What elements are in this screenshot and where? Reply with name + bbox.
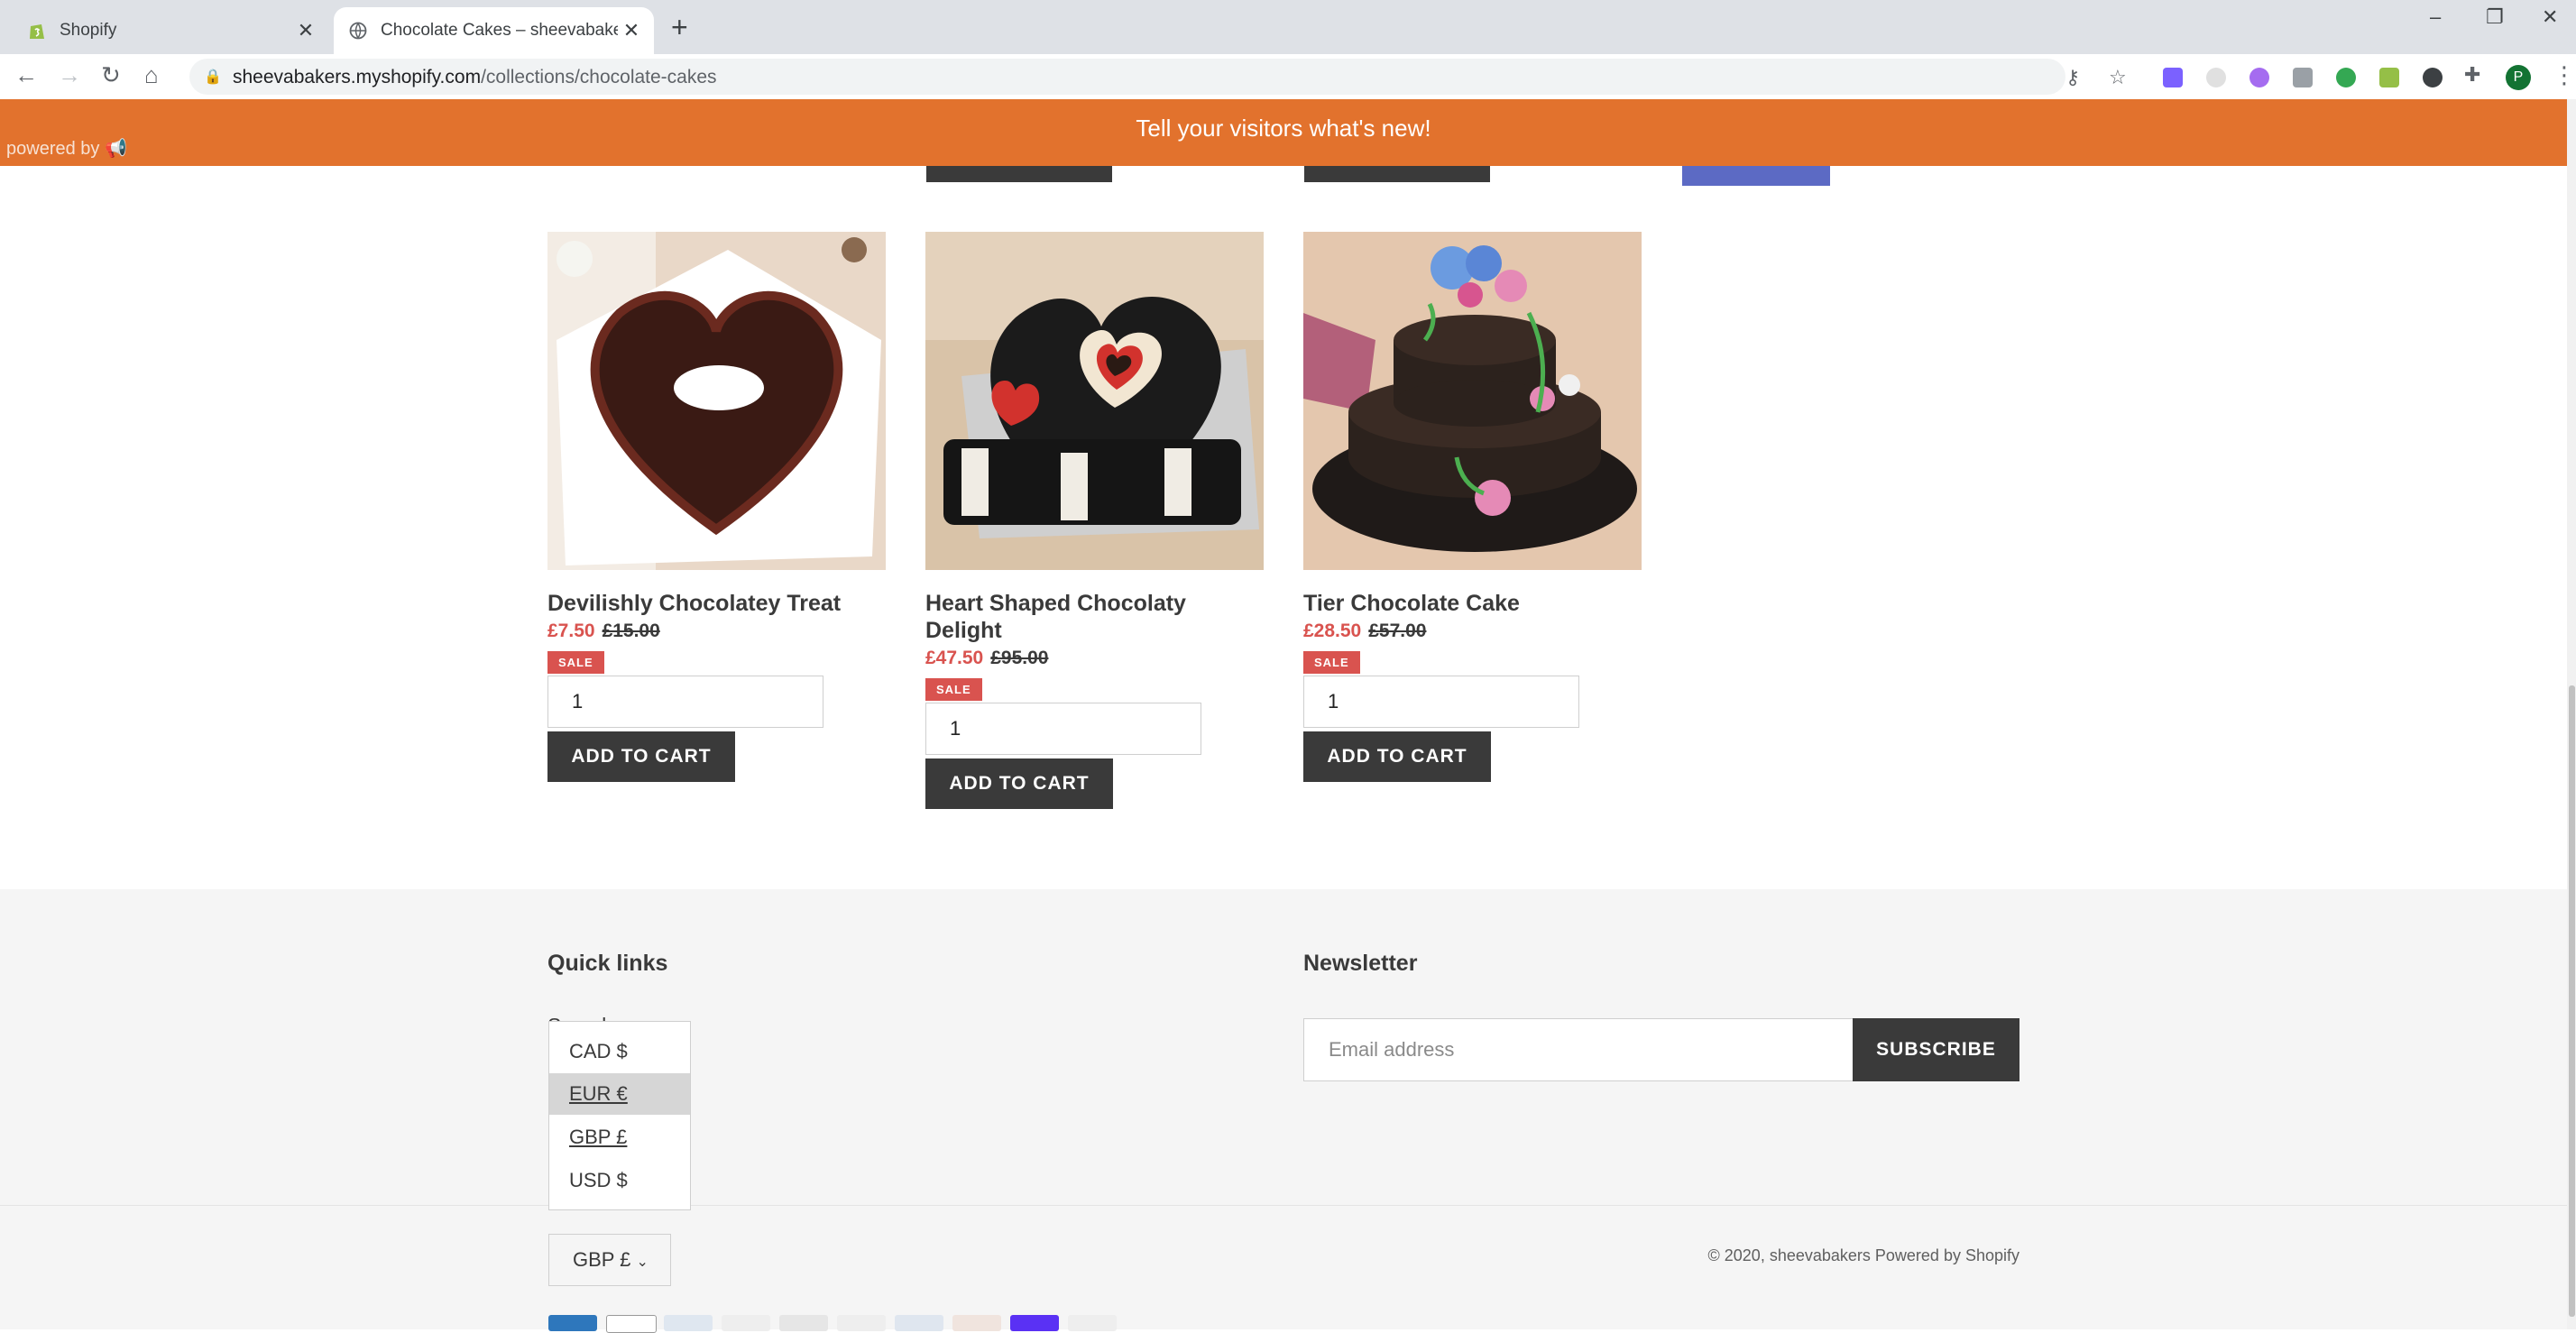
browser-tabstrip: Shopify ✕ Chocolate Cakes – sheevabakers… bbox=[0, 0, 2576, 54]
product-card: Devilishly Chocolatey Treat £7.50 £15.00 … bbox=[547, 232, 886, 782]
chevron-down-icon: ⌄ bbox=[636, 1255, 649, 1270]
quantity-input[interactable]: 1 bbox=[1303, 676, 1579, 728]
new-tab-icon[interactable]: + bbox=[671, 11, 688, 44]
product-card: Heart Shaped Chocolaty Delight £47.50 £95… bbox=[925, 232, 1264, 809]
scrollbar-thumb[interactable] bbox=[2569, 685, 2575, 1317]
powered-by-label[interactable]: powered by 📢 bbox=[6, 137, 127, 160]
apple-pay-icon bbox=[606, 1315, 657, 1333]
product-image-heart-shaped-cake[interactable] bbox=[925, 232, 1264, 570]
sale-badge: SALE bbox=[1303, 651, 1360, 674]
url-text: sheevabakers.myshopify.com/collections/c… bbox=[233, 67, 717, 87]
sale-price: £28.50 bbox=[1303, 621, 1362, 641]
extension-flower-icon[interactable] bbox=[2249, 68, 2269, 87]
site-footer: Quick links Search Newsletter Email addr… bbox=[0, 889, 2567, 1333]
google-pay-icon bbox=[837, 1315, 886, 1331]
product-title[interactable]: Heart Shaped Chocolaty Delight bbox=[925, 590, 1264, 644]
tab-shopify[interactable]: Shopify ✕ bbox=[13, 7, 328, 54]
megaphone-icon: 📢 bbox=[104, 139, 127, 159]
regular-price: £57.00 bbox=[1368, 621, 1427, 641]
extension-shopify-icon[interactable] bbox=[2379, 68, 2399, 87]
product-title[interactable]: Devilishly Chocolatey Treat bbox=[547, 590, 886, 617]
back-icon[interactable]: ← bbox=[14, 61, 38, 89]
footer-divider bbox=[0, 1205, 2567, 1206]
discover-icon bbox=[722, 1315, 770, 1331]
key-icon[interactable]: ⚷ bbox=[2065, 66, 2080, 89]
add-to-cart-button[interactable]: ADD TO CART bbox=[1303, 731, 1491, 782]
bookmark-star-icon[interactable]: ☆ bbox=[2109, 66, 2127, 89]
quick-links-heading: Quick links bbox=[547, 951, 668, 976]
sale-price: £7.50 bbox=[547, 621, 595, 641]
product-title[interactable]: Tier Chocolate Cake bbox=[1303, 590, 1642, 617]
browser-menu-icon[interactable]: ⋮ bbox=[2553, 61, 2576, 89]
puzzle-icon[interactable]: ✚ bbox=[2464, 63, 2480, 87]
close-window-icon[interactable]: ✕ bbox=[2542, 5, 2558, 29]
copyright-text: © 2020, sheevabakers Powered by Shopify bbox=[1707, 1246, 2019, 1264]
reload-icon[interactable]: ↻ bbox=[101, 61, 121, 89]
jcb-icon bbox=[895, 1315, 943, 1331]
tab-title: Chocolate Cakes – sheevabakers bbox=[381, 21, 618, 40]
address-bar[interactable]: 🔒 sheevabakers.myshopify.com/collections… bbox=[189, 59, 2127, 95]
sale-badge: SALE bbox=[547, 651, 604, 674]
shop-pay-icon bbox=[1010, 1315, 1059, 1331]
regular-price: £95.00 bbox=[990, 648, 1049, 668]
tab-title: Shopify bbox=[60, 21, 117, 40]
currency-dropdown-list: CAD $ EUR € GBP £ USD $ bbox=[548, 1021, 691, 1210]
currency-option-eur[interactable]: EUR € bbox=[549, 1073, 690, 1115]
add-to-cart-button[interactable]: ADD TO CART bbox=[547, 731, 735, 782]
extension-circle-icon[interactable] bbox=[2423, 68, 2443, 87]
profile-avatar[interactable]: P bbox=[2506, 65, 2531, 90]
announcement-bar[interactable]: Tell your visitors what's new! powered b… bbox=[0, 99, 2567, 166]
mastercard-icon bbox=[952, 1315, 1001, 1331]
extension-face-icon[interactable] bbox=[2206, 68, 2226, 87]
globe-icon bbox=[348, 21, 368, 41]
restore-icon[interactable]: ❐ bbox=[2486, 5, 2504, 29]
product-card: Tier Chocolate Cake £28.50 £57.00 SALE 1 … bbox=[1303, 232, 1642, 782]
currency-option-cad[interactable]: CAD $ bbox=[549, 1031, 690, 1072]
regular-price: £15.00 bbox=[602, 621, 660, 641]
quantity-input[interactable]: 1 bbox=[547, 676, 823, 728]
tab-chocolate-cakes[interactable]: Chocolate Cakes – sheevabakers ✕ bbox=[334, 7, 654, 54]
add-to-cart-button[interactable]: ADD TO CART bbox=[925, 758, 1113, 809]
browser-toolbar: ← → ↻ ⌂ 🔒 sheevabakers.myshopify.com/col… bbox=[0, 54, 2576, 99]
product-prices: £7.50 £15.00 bbox=[547, 621, 886, 642]
product-prices: £47.50 £95.00 bbox=[925, 648, 1264, 669]
extension-color-icon[interactable] bbox=[2163, 68, 2183, 87]
home-icon[interactable]: ⌂ bbox=[144, 61, 159, 89]
add-to-cart-button[interactable] bbox=[926, 166, 1112, 182]
close-tab-icon[interactable]: ✕ bbox=[618, 19, 645, 42]
elo-icon bbox=[779, 1315, 828, 1331]
close-tab-icon[interactable]: ✕ bbox=[292, 19, 319, 42]
forward-icon[interactable]: → bbox=[58, 61, 81, 89]
currency-option-usd[interactable]: USD $ bbox=[549, 1160, 690, 1201]
announcement-message[interactable]: Tell your visitors what's new! bbox=[0, 115, 2567, 142]
diners-club-icon bbox=[664, 1315, 713, 1331]
product-image-tier-cake[interactable] bbox=[1303, 232, 1642, 570]
sale-badge: SALE bbox=[925, 678, 982, 701]
quantity-input[interactable]: 1 bbox=[925, 703, 1201, 755]
newsletter-heading: Newsletter bbox=[1303, 951, 1418, 976]
currency-option-gbp[interactable]: GBP £ bbox=[549, 1117, 690, 1158]
newsletter-email-input[interactable]: Email address bbox=[1303, 1018, 1854, 1081]
visa-icon bbox=[1068, 1315, 1117, 1331]
amex-icon bbox=[548, 1315, 597, 1331]
product-prices: £28.50 £57.00 bbox=[1303, 621, 1642, 642]
add-to-cart-button[interactable] bbox=[1304, 166, 1490, 182]
sale-price: £47.50 bbox=[925, 648, 984, 668]
extension-g-icon[interactable] bbox=[2336, 68, 2356, 87]
lock-icon: 🔒 bbox=[204, 69, 222, 85]
buy-button[interactable] bbox=[1682, 166, 1830, 186]
shopify-favicon-icon bbox=[27, 21, 47, 41]
extension-grid-icon[interactable] bbox=[2293, 68, 2313, 87]
product-image-heart-cake[interactable] bbox=[547, 232, 886, 570]
subscribe-button[interactable]: SUBSCRIBE bbox=[1853, 1018, 2019, 1081]
minimize-icon[interactable]: – bbox=[2430, 5, 2441, 29]
currency-select[interactable]: GBP £ ⌄ bbox=[548, 1234, 671, 1286]
